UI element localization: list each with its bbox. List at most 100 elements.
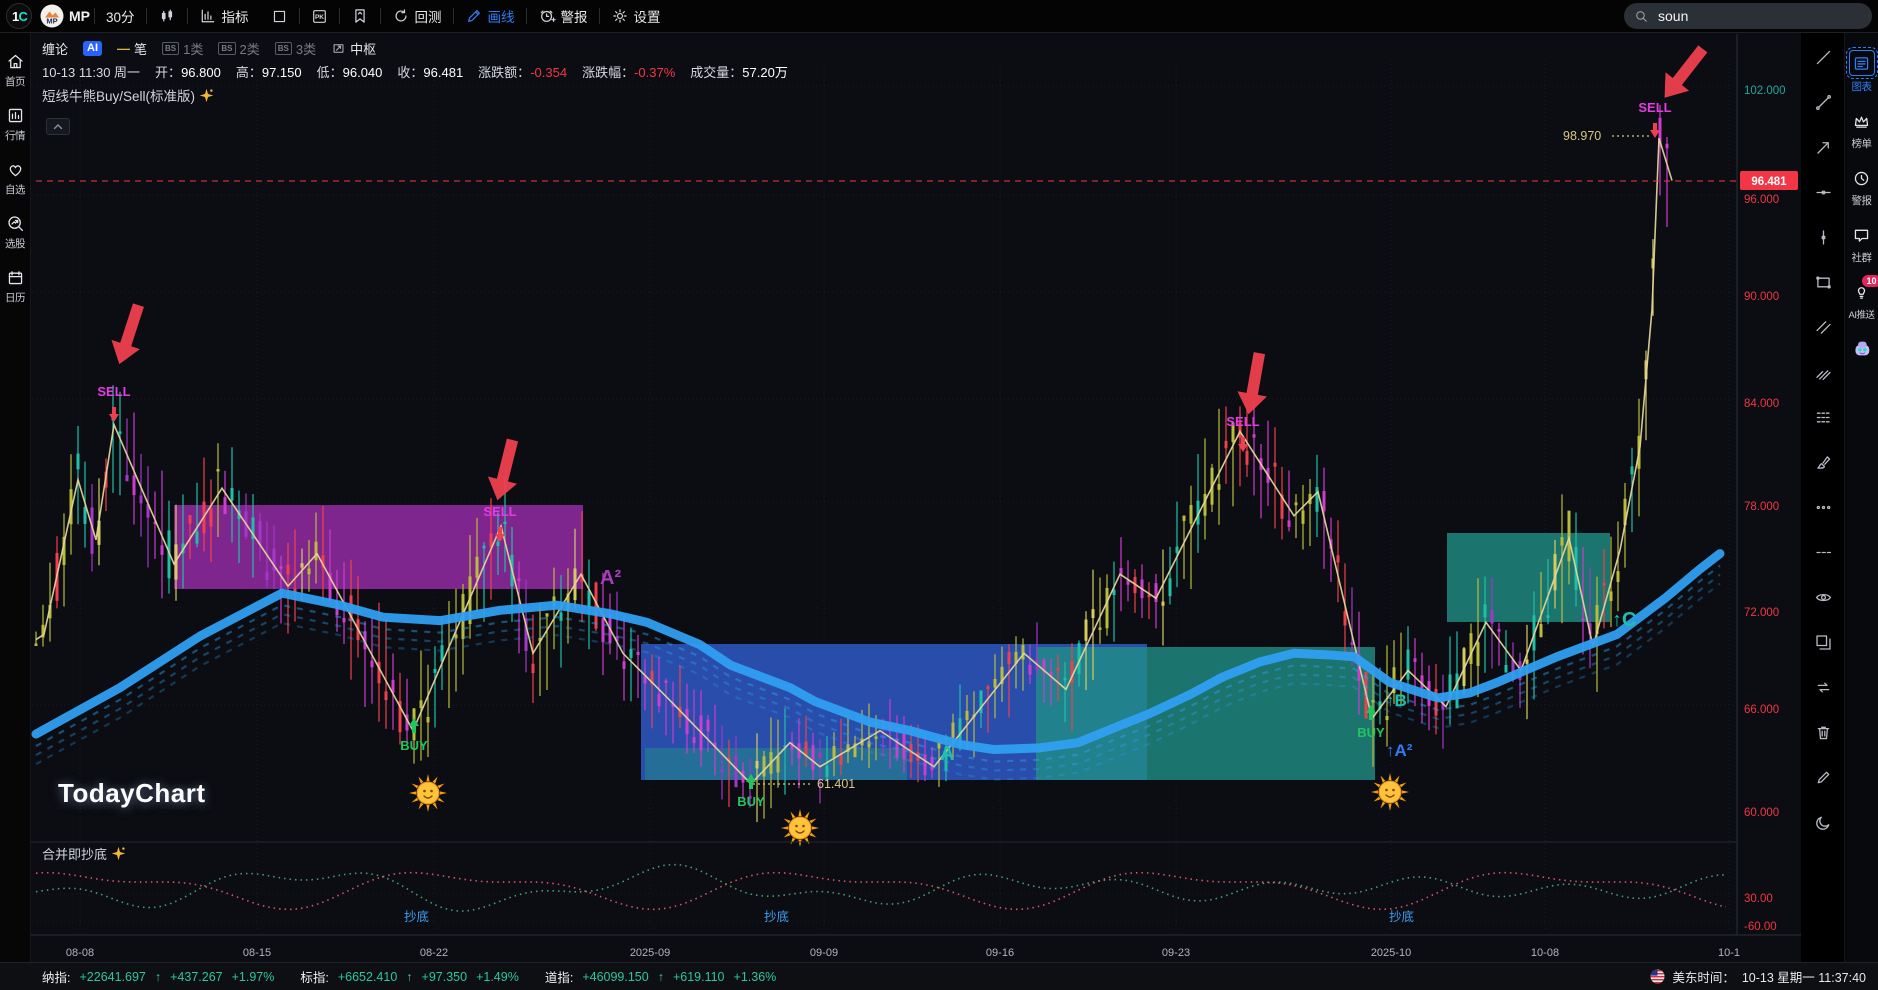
chart-canvas[interactable]: 98.97061.401SELLSELLSELLSELLBUYBUYBUYA²A… bbox=[0, 0, 1878, 990]
right-panel-item-rankings[interactable]: 榜单 bbox=[1845, 109, 1878, 151]
sidebar-item-home[interactable]: 首页 bbox=[0, 52, 30, 89]
sub-indicator-title: 合并即抄底 bbox=[42, 844, 126, 863]
topbar-item-settings[interactable]: 设置 bbox=[600, 0, 672, 32]
time-axis-label: 09-16 bbox=[986, 947, 1014, 959]
right-panel-item-label: 警报 bbox=[1852, 193, 1872, 208]
us-flag-icon bbox=[1650, 969, 1665, 984]
user-avatar[interactable]: MP bbox=[40, 4, 64, 28]
topbar-item-layout[interactable] bbox=[260, 0, 299, 32]
topbar-item-label: 回测 bbox=[415, 6, 442, 26]
line-tool-icon bbox=[1814, 48, 1833, 67]
chaodi-label: 抄底 bbox=[1389, 909, 1414, 924]
buy-label: BUY bbox=[400, 738, 428, 753]
draw-tool-trash[interactable] bbox=[1814, 723, 1833, 742]
ohlc-info-row: 10-13 11:30 周一开：96.800高：97.150低：96.040收：… bbox=[42, 62, 788, 81]
sidebar-item-watchlist[interactable]: 自选 bbox=[0, 160, 30, 197]
draw-tool-arrow[interactable] bbox=[1814, 138, 1833, 157]
teal-box-upper bbox=[1447, 533, 1610, 622]
brush-tool-icon bbox=[1814, 453, 1833, 472]
draw-tool-vline[interactable] bbox=[1814, 228, 1833, 247]
search-box[interactable] bbox=[1624, 3, 1872, 29]
chaodi-label: 抄底 bbox=[404, 909, 429, 924]
topbar-item-label: 警报 bbox=[561, 6, 588, 26]
price-axis-label: 78.000 bbox=[1744, 501, 1779, 513]
svg-text:C: C bbox=[19, 9, 29, 24]
right-panel-item-community[interactable]: 社群 bbox=[1845, 223, 1878, 265]
chan-toolbar-bs1[interactable]: BS1类 bbox=[162, 39, 203, 58]
draw-tool-trend[interactable] bbox=[1814, 93, 1833, 112]
chan-toolbar-ai[interactable]: AI bbox=[83, 41, 102, 56]
topbar-item-candle-style[interactable] bbox=[147, 0, 187, 32]
chan-toolbar-zhongshu[interactable]: 中枢 bbox=[331, 39, 376, 58]
sidebar-item-quotes[interactable]: 行情 bbox=[0, 106, 30, 143]
draw-tool-line[interactable] bbox=[1814, 48, 1833, 67]
draw-tool-dash[interactable] bbox=[1814, 543, 1833, 562]
index-quote: 道指:+46099.150↑+619.110+1.36% bbox=[545, 967, 776, 986]
draw-tool-eye[interactable] bbox=[1814, 588, 1833, 607]
dash-tool-icon bbox=[1814, 543, 1833, 562]
bs-chip: BS bbox=[275, 42, 292, 55]
pencil2-tool-icon bbox=[1814, 768, 1833, 787]
draw-tool-fib[interactable] bbox=[1814, 408, 1833, 427]
candle-icon bbox=[158, 7, 176, 25]
topbar-item-label: 画线 bbox=[488, 6, 515, 26]
alarm-icon bbox=[538, 7, 556, 25]
time-axis-label: 08-22 bbox=[420, 947, 448, 959]
draw-tool-repeat[interactable] bbox=[1814, 678, 1833, 697]
right-panel-item-ai-assistant[interactable] bbox=[1845, 336, 1878, 360]
price-axis[interactable]: 102.00096.00090.00084.00078.00072.00066.… bbox=[1740, 85, 1798, 933]
right-panel-item-alerts[interactable]: 警报 bbox=[1845, 166, 1878, 208]
index-quote: 纳指:+22641.697↑+437.267+1.97% bbox=[42, 967, 274, 986]
sidebar-item-label: 选股 bbox=[5, 236, 25, 251]
price-axis-label: 72.000 bbox=[1744, 607, 1779, 619]
ohlc-field: 高：97.150 bbox=[236, 62, 302, 81]
collapse-indicator-button[interactable] bbox=[46, 118, 70, 135]
draw-tool-layers[interactable] bbox=[1814, 633, 1833, 652]
indicator-title: 短线牛熊Buy/Sell(标准版) bbox=[42, 85, 214, 105]
topbar-item-timeframe[interactable]: 30分 bbox=[95, 0, 146, 32]
replay-icon bbox=[392, 7, 410, 25]
topbar-item-draw-line[interactable]: 画线 bbox=[454, 0, 526, 32]
sparkle-icon bbox=[111, 846, 126, 861]
draw-tool-hline[interactable] bbox=[1814, 183, 1833, 202]
search-input[interactable] bbox=[1656, 7, 1862, 25]
time-axis-label: 2025-10 bbox=[1371, 947, 1411, 959]
draw-tool-pitchfork[interactable] bbox=[1814, 363, 1833, 382]
chan-toolbar-bs2[interactable]: BS2类 bbox=[218, 39, 259, 58]
chan-toolbar-chanlun[interactable]: 缠论 bbox=[42, 39, 68, 58]
topbar-item-pk[interactable]: PK bbox=[300, 0, 339, 32]
app-logo[interactable]: 1C bbox=[6, 3, 32, 29]
toolbar-items: 30分 指标 PK 回测 画线 警报设置 bbox=[94, 0, 672, 32]
bookmark-icon bbox=[351, 7, 369, 25]
sidebar-item-screener[interactable]: 选股 bbox=[0, 214, 30, 251]
market-indices: 纳指:+22641.697↑+437.267+1.97% 标指:+6652.410… bbox=[42, 967, 802, 986]
crown-icon bbox=[1852, 112, 1871, 131]
topbar-item-indicators[interactable]: 指标 bbox=[188, 0, 260, 32]
sparkle-icon bbox=[111, 846, 126, 861]
draw-tool-rect[interactable] bbox=[1814, 273, 1833, 292]
topbar-item-alerts[interactable]: 警报 bbox=[527, 0, 599, 32]
chan-toolbar-bs3[interactable]: BS3类 bbox=[275, 39, 316, 58]
draw-tool-parallel[interactable] bbox=[1814, 318, 1833, 337]
draw-tool-moon[interactable] bbox=[1814, 813, 1833, 832]
symbol-name[interactable]: MP bbox=[69, 8, 90, 24]
chaodi-label: 抄底 bbox=[764, 909, 789, 924]
topbar-item-backtest[interactable]: 回测 bbox=[381, 0, 453, 32]
topbar-item-bookmark[interactable] bbox=[340, 0, 380, 32]
watermark: TodayChart bbox=[58, 778, 206, 809]
notification-badge: 10 bbox=[1862, 275, 1878, 287]
sub-indicator-title-text: 合并即抄底 bbox=[42, 844, 107, 863]
sidebar-item-calendar[interactable]: 日历 bbox=[0, 268, 30, 305]
bs-chip: BS bbox=[218, 42, 235, 55]
right-panel-item-ai-push[interactable]: 10AI推送 bbox=[1845, 280, 1878, 321]
wave-letter: ↑C bbox=[1612, 609, 1636, 631]
parallel-tool-icon bbox=[1814, 318, 1833, 337]
time-axis[interactable]: 08-0808-1508-222025-0909-0909-1609-23202… bbox=[66, 947, 1740, 959]
draw-tool-dots[interactable] bbox=[1814, 498, 1833, 517]
draw-tool-brush[interactable] bbox=[1814, 453, 1833, 472]
draw-tool-pencil2[interactable] bbox=[1814, 768, 1833, 787]
right-panel-item-chart[interactable]: 图表 bbox=[1845, 50, 1878, 94]
index-quote: 标指:+6652.410↑+97.350+1.49% bbox=[300, 967, 518, 986]
chan-toolbar-bi[interactable]: —笔 bbox=[117, 39, 147, 58]
time-axis-label: 2025-09 bbox=[630, 947, 670, 959]
